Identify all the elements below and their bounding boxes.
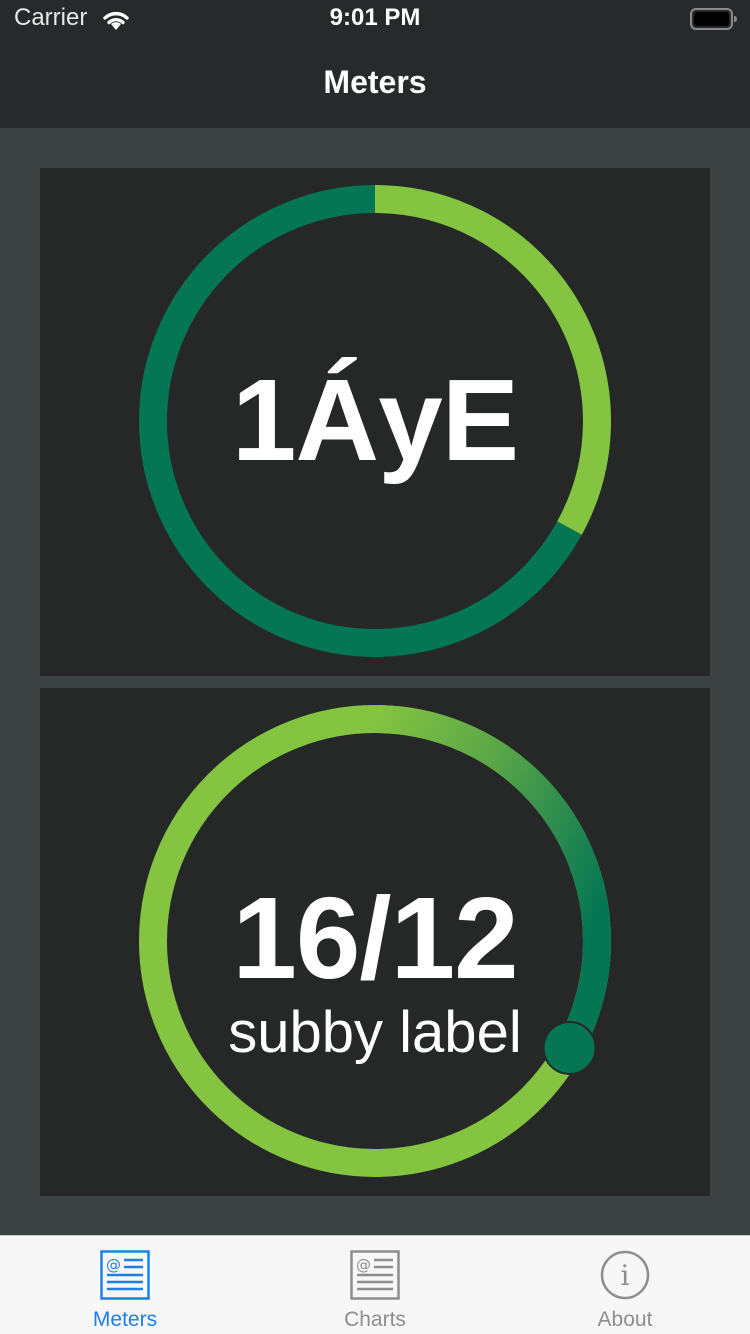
- meter-card-2: 16/12 subby label: [40, 688, 710, 1196]
- meter-subtitle-2: subby label: [228, 1000, 522, 1065]
- tab-meters[interactable]: @ Meters: [0, 1236, 250, 1334]
- svg-text:@: @: [356, 1256, 371, 1274]
- tab-label-charts: Charts: [344, 1308, 406, 1331]
- app-root: Carrier 9:01 PM Meters 1ÁyE 16/12 subby …: [0, 0, 750, 1334]
- tab-bar: @ Meters @ Charts i About: [0, 1235, 750, 1334]
- meter-value-1: 1ÁyE: [231, 355, 519, 485]
- charts-tab-icon: @: [350, 1250, 400, 1300]
- meter-value-2: 16/12: [232, 873, 518, 1003]
- about-tab-icon: i: [600, 1250, 650, 1300]
- svg-text:@: @: [106, 1256, 121, 1274]
- tab-label-about: About: [597, 1308, 653, 1331]
- tab-charts[interactable]: @ Charts: [250, 1236, 500, 1334]
- tab-label-meters: Meters: [92, 1308, 158, 1331]
- svg-text:i: i: [621, 1259, 630, 1292]
- status-time: 9:01 PM: [329, 4, 421, 31]
- battery-icon: [690, 8, 737, 30]
- meter-card-1: 1ÁyE: [40, 168, 710, 676]
- tab-about[interactable]: i About: [500, 1236, 750, 1334]
- navigation-bar: Carrier 9:01 PM Meters: [0, 0, 750, 128]
- meters-tab-icon: @: [100, 1250, 150, 1300]
- page-title: Meters: [323, 64, 427, 100]
